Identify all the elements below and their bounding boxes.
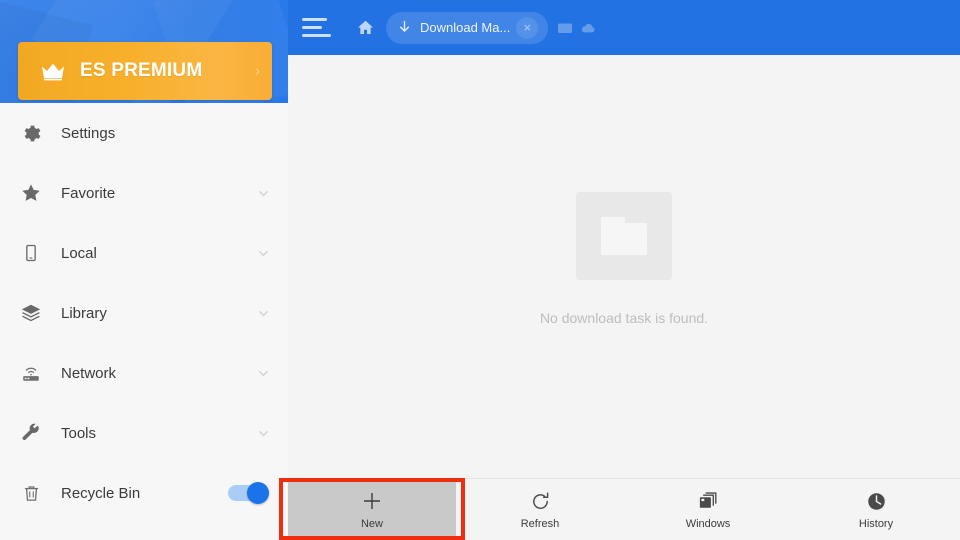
toolbar-button-label: Refresh: [520, 518, 560, 530]
sidebar-item-network[interactable]: Network: [0, 343, 288, 403]
sidebar-item-library[interactable]: Library: [0, 283, 288, 343]
wrench-icon: [18, 420, 44, 446]
sidebar-item-label: Network: [61, 364, 117, 382]
new-button[interactable]: New: [288, 479, 456, 540]
hamburger-menu-icon[interactable]: [302, 14, 338, 42]
chevron-down-icon[interactable]: [257, 367, 270, 380]
menu-line: [302, 18, 327, 21]
sidebar-item-label: Favorite: [61, 184, 116, 202]
clock-icon: [865, 489, 888, 513]
refresh-button[interactable]: Refresh: [456, 479, 624, 540]
chevron-right-icon: ›: [255, 62, 260, 80]
windows-button[interactable]: Windows: [624, 479, 792, 540]
plus-icon: [360, 489, 384, 513]
refresh-icon: [529, 489, 552, 513]
sidebar-item-recycle-bin[interactable]: Recycle Bin: [0, 463, 288, 523]
folder-icon: [576, 191, 672, 280]
app-header: Download Ma... ×: [288, 0, 960, 55]
sidebar-item-settings[interactable]: Settings: [0, 103, 288, 163]
trash-icon: [18, 480, 44, 506]
sidebar-nav-list: Settings Favorite Local Library Network …: [0, 103, 288, 523]
toolbar-button-label: Windows: [685, 518, 731, 530]
tab-download-manager[interactable]: Download Ma... ×: [386, 11, 548, 44]
es-premium-button[interactable]: ES PREMIUM ›: [18, 42, 272, 100]
home-icon[interactable]: [352, 15, 378, 41]
menu-line: [302, 26, 322, 29]
sidebar-item-favorite[interactable]: Favorite: [0, 163, 288, 223]
layers-icon: [18, 300, 44, 326]
sidebar-item-label: Tools: [61, 424, 97, 442]
close-icon[interactable]: ×: [516, 16, 539, 39]
sidebar-item-label: Settings: [61, 124, 116, 142]
folder-body: [601, 222, 647, 255]
chevron-down-icon[interactable]: [257, 187, 270, 200]
bottom-toolbar: New Refresh Windows History: [288, 478, 960, 540]
router-icon: [18, 360, 44, 386]
sidebar-item-local[interactable]: Local: [0, 223, 288, 283]
sidebar-item-tools[interactable]: Tools: [0, 403, 288, 463]
gear-icon: [18, 120, 44, 146]
download-arrow-icon: [396, 19, 413, 36]
crown-icon: [40, 61, 66, 81]
windows-icon: [697, 489, 720, 513]
menu-line: [302, 34, 331, 37]
sidebar: ES PREMIUM › Settings Favorite Local Lib…: [0, 0, 288, 540]
chevron-down-icon[interactable]: [257, 307, 270, 320]
app-root: ES PREMIUM › Settings Favorite Local Lib…: [0, 0, 960, 540]
empty-state-message: No download task is found.: [539, 309, 709, 326]
chevron-down-icon[interactable]: [257, 427, 270, 440]
recycle-bin-toggle[interactable]: [228, 482, 269, 504]
tab-title: Download Ma...: [420, 20, 511, 35]
toggle-knob: [247, 482, 269, 504]
toolbar-button-label: History: [858, 518, 894, 530]
star-icon: [18, 180, 44, 206]
window-icon[interactable]: [556, 19, 574, 37]
es-premium-label: ES PREMIUM: [80, 60, 203, 81]
sidebar-item-label: Local: [61, 244, 97, 262]
sidebar-item-label: Library: [61, 304, 107, 322]
toolbar-button-label: New: [360, 518, 383, 530]
chevron-down-icon[interactable]: [257, 247, 270, 260]
cloud-icon[interactable]: [580, 19, 598, 37]
history-button[interactable]: History: [792, 479, 960, 540]
sidebar-item-label: Recycle Bin: [61, 484, 141, 502]
phone-icon: [18, 240, 44, 266]
main-content: No download task is found.: [288, 55, 960, 478]
